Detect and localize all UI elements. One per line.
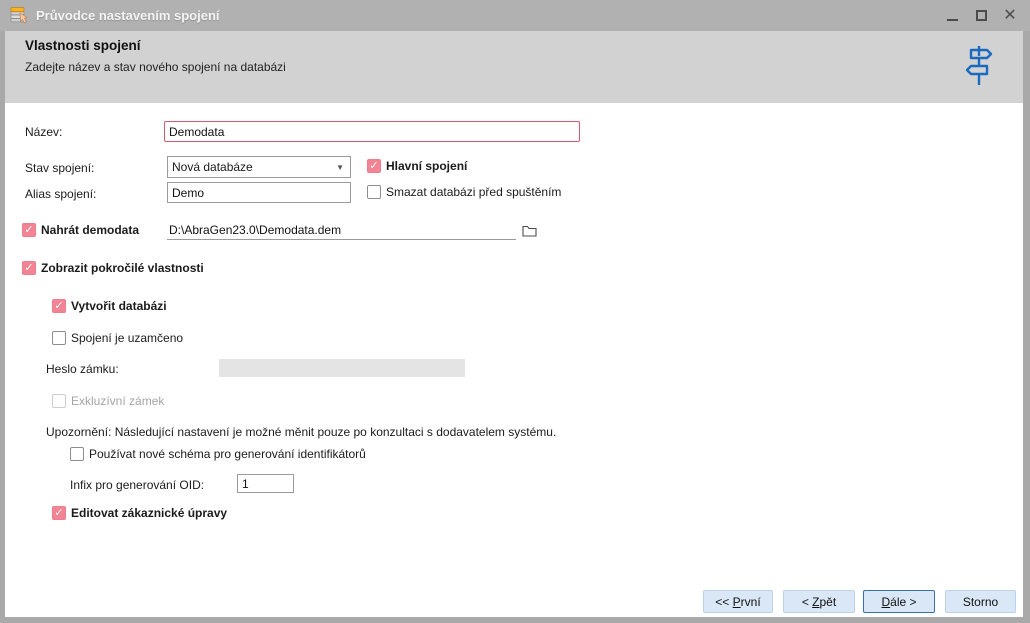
window-title: Průvodce nastavením spojení bbox=[36, 8, 220, 23]
checkbox-label: Smazat databázi před spuštěním bbox=[386, 185, 561, 199]
checkbox-label: Zobrazit pokročilé vlastnosti bbox=[41, 261, 204, 275]
checkbox-box: ✓ bbox=[22, 261, 36, 275]
button-label: Z bbox=[812, 595, 819, 609]
infix-input[interactable] bbox=[237, 474, 294, 493]
app-icon bbox=[9, 4, 31, 26]
demodata-path-input[interactable] bbox=[167, 221, 516, 240]
checkbox-label: Používat nové schéma pro generování iden… bbox=[89, 447, 366, 461]
checkbox-label: Vytvořit databázi bbox=[71, 299, 167, 313]
wizard-header: Vlastnosti spojení Zadejte název a stav … bbox=[5, 31, 1023, 103]
check-icon: ✓ bbox=[54, 508, 63, 519]
checkbox-box: ✓ bbox=[70, 447, 84, 461]
button-label: < bbox=[802, 595, 812, 609]
spojeni-uzamceno-checkbox[interactable]: ✓ Spojení je uzamčeno bbox=[52, 331, 183, 345]
vytvorit-databazi-checkbox[interactable]: ✓ Vytvořit databázi bbox=[52, 299, 167, 313]
checkbox-label: Exkluzívní zámek bbox=[71, 394, 164, 408]
check-icon: ✓ bbox=[369, 161, 378, 172]
checkbox-box: ✓ bbox=[367, 185, 381, 199]
checkbox-box: ✓ bbox=[52, 394, 66, 408]
page-subtitle: Zadejte název a stav nového spojení na d… bbox=[25, 60, 286, 74]
checkbox-box: ✓ bbox=[367, 159, 381, 173]
page-title: Vlastnosti spojení bbox=[25, 38, 141, 53]
button-label: P bbox=[733, 595, 741, 609]
nazev-label: Název: bbox=[25, 125, 62, 139]
wizard-body bbox=[5, 103, 1023, 617]
button-label: ále > bbox=[890, 595, 916, 609]
button-label: << bbox=[715, 595, 732, 609]
heslo-zamku-label: Heslo zámku: bbox=[46, 362, 119, 376]
next-button[interactable]: Dále > bbox=[863, 590, 935, 613]
checkbox-box: ✓ bbox=[52, 299, 66, 313]
heslo-zamku-input bbox=[219, 359, 465, 377]
infix-label: Infix pro generování OID: bbox=[70, 478, 204, 492]
exkluzivni-zamek-checkbox: ✓ Exkluzívní zámek bbox=[52, 394, 164, 408]
smazat-databazi-checkbox[interactable]: ✓ Smazat databázi před spuštěním bbox=[367, 185, 561, 199]
check-icon: ✓ bbox=[54, 301, 63, 312]
checkbox-label: Nahrát demodata bbox=[41, 223, 139, 237]
alias-input[interactable] bbox=[167, 182, 351, 203]
check-icon: ✓ bbox=[24, 263, 33, 274]
folder-icon bbox=[522, 224, 537, 237]
button-label: Storno bbox=[963, 595, 998, 609]
maximize-button[interactable] bbox=[973, 8, 989, 24]
checkbox-box: ✓ bbox=[52, 506, 66, 520]
close-icon: ✕ bbox=[1003, 8, 1016, 24]
checkbox-box: ✓ bbox=[22, 223, 36, 237]
alias-label: Alias spojení: bbox=[25, 187, 96, 201]
first-button[interactable]: << První bbox=[703, 590, 773, 613]
stav-selected-value: Nová databáze bbox=[168, 160, 336, 174]
nazev-input[interactable] bbox=[164, 121, 580, 142]
checkbox-label: Editovat zákaznické úpravy bbox=[71, 506, 227, 520]
cancel-button[interactable]: Storno bbox=[945, 590, 1016, 613]
checkbox-box: ✓ bbox=[52, 331, 66, 345]
checkbox-label: Spojení je uzamčeno bbox=[71, 331, 183, 345]
button-label: pět bbox=[820, 595, 837, 609]
chevron-down-icon: ▼ bbox=[336, 163, 350, 172]
signpost-icon bbox=[963, 44, 995, 86]
maximize-icon bbox=[976, 10, 987, 21]
warning-text: Upozornění: Následující nastavení je mož… bbox=[46, 425, 556, 439]
close-button[interactable]: ✕ bbox=[1002, 8, 1018, 24]
nahrat-demodata-checkbox[interactable]: ✓ Nahrát demodata bbox=[22, 223, 139, 237]
back-button[interactable]: < Zpět bbox=[783, 590, 855, 613]
minimize-button[interactable] bbox=[944, 8, 960, 24]
minimize-icon bbox=[947, 19, 958, 21]
button-label: rvní bbox=[741, 595, 761, 609]
window-titlebar: Průvodce nastavením spojení ✕ bbox=[0, 0, 1030, 31]
editovat-upravy-checkbox[interactable]: ✓ Editovat zákaznické úpravy bbox=[52, 506, 227, 520]
browse-folder-button[interactable] bbox=[520, 222, 538, 239]
stav-label: Stav spojení: bbox=[25, 161, 94, 175]
stav-select[interactable]: Nová databáze ▼ bbox=[167, 156, 351, 178]
pouzivat-schema-checkbox[interactable]: ✓ Používat nové schéma pro generování id… bbox=[70, 447, 366, 461]
zobrazit-pokrocile-checkbox[interactable]: ✓ Zobrazit pokročilé vlastnosti bbox=[22, 261, 204, 275]
check-icon: ✓ bbox=[24, 225, 33, 236]
button-label: D bbox=[881, 595, 890, 609]
wizard-window: Průvodce nastavením spojení ✕ Vlastnosti… bbox=[0, 0, 1030, 623]
checkbox-label: Hlavní spojení bbox=[386, 159, 467, 173]
hlavni-spojeni-checkbox[interactable]: ✓ Hlavní spojení bbox=[367, 159, 467, 173]
